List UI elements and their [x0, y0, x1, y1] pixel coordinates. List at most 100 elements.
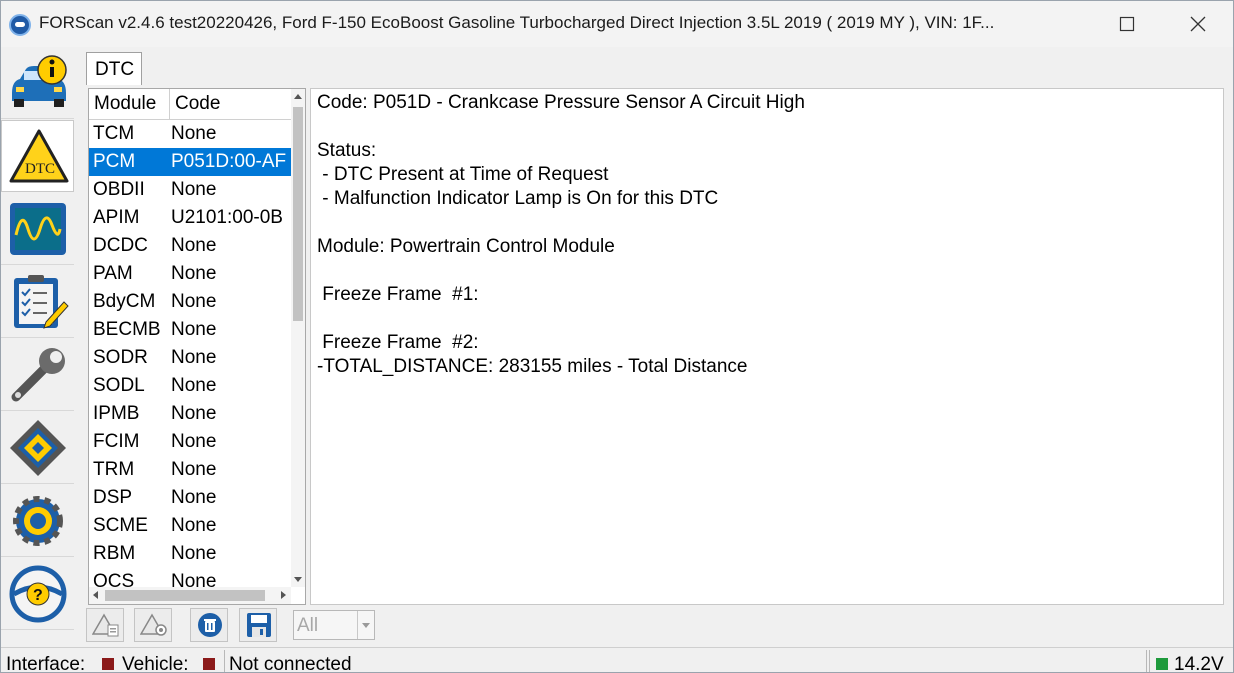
dtc-toolbar: All	[86, 608, 396, 642]
list-header: Module Code	[89, 89, 291, 120]
table-row[interactable]: SODR None	[89, 344, 291, 372]
vertical-scroll-thumb[interactable]	[293, 107, 303, 321]
dtc-module-list: Module Code TCM None PCM P051D:00-AF OBDII…	[88, 88, 306, 605]
trash-icon	[198, 613, 222, 637]
table-row[interactable]: SCME None	[89, 512, 291, 540]
close-button[interactable]	[1170, 1, 1226, 47]
status-bar: Interface: Vehicle: Not connected 14.2V	[1, 647, 1233, 673]
total-distance-line: -TOTAL_DISTANCE: 283155 miles - Total Di…	[317, 356, 748, 377]
table-row[interactable]: IPMB None	[89, 400, 291, 428]
code-cell: U2101:00-0B	[171, 207, 283, 228]
module-cell: SODL	[93, 375, 145, 396]
sidebar-item-oscilloscope[interactable]	[1, 193, 74, 265]
table-row[interactable]: RBM None	[89, 540, 291, 568]
table-row[interactable]: TRM None	[89, 456, 291, 484]
code-cell: None	[171, 431, 217, 452]
connection-indicators: Interface: Vehicle:	[1, 650, 225, 672]
filter-select[interactable]: All	[293, 610, 375, 640]
dtc-detail-panel[interactable]: Code: P051D - Crankcase Pressure Sensor …	[310, 88, 1224, 605]
wrench-icon	[11, 348, 65, 402]
table-row[interactable]: BdyCM None	[89, 288, 291, 316]
clear-dtc-button[interactable]	[134, 608, 172, 642]
voltage-status-led	[1156, 658, 1168, 670]
tab-dtc-label: DTC	[95, 59, 135, 80]
scroll-up-icon[interactable]	[294, 94, 302, 99]
filter-select-value: All	[297, 615, 319, 636]
tab-dtc[interactable]: DTC	[86, 52, 142, 85]
chip-icon	[10, 420, 66, 476]
help-icon: ?	[9, 565, 67, 623]
code-cell: None	[171, 515, 217, 536]
code-cell: None	[171, 263, 217, 284]
sidebar-item-settings[interactable]	[1, 485, 74, 557]
horizontal-scroll-thumb[interactable]	[105, 590, 265, 601]
code-cell: None	[171, 543, 217, 564]
code-cell: None	[171, 319, 217, 340]
maximize-button[interactable]	[1099, 1, 1155, 47]
sidebar-item-tests[interactable]	[1, 266, 74, 338]
sidebar-item-vehicle-info[interactable]	[1, 47, 74, 119]
module-cell: TCM	[93, 123, 135, 144]
dtc-rows: TCM None PCM P051D:00-AF OBDII None APIM U21…	[89, 120, 291, 596]
module-line: Module: Powertrain Control Module	[317, 236, 615, 257]
code-cell: None	[171, 291, 217, 312]
table-row[interactable]: FCIM None	[89, 428, 291, 456]
column-divider	[169, 89, 170, 119]
table-row[interactable]: OBDII None	[89, 176, 291, 204]
code-cell: P051D:00-AF	[171, 151, 287, 172]
scroll-down-icon[interactable]	[294, 577, 302, 582]
window-title: FORScan v2.4.6 test20220426, Ford F-150 …	[39, 13, 995, 32]
forscan-app-icon	[9, 14, 31, 36]
main-sidebar: DTC ?	[1, 47, 74, 647]
dtc-code-line: Code: P051D - Crankcase Pressure Sensor …	[317, 92, 805, 113]
table-row[interactable]: PAM None	[89, 260, 291, 288]
scroll-right-icon[interactable]	[281, 591, 286, 599]
column-header-code[interactable]: Code	[175, 93, 220, 115]
sidebar-item-help[interactable]: ?	[1, 558, 74, 630]
gear-icon	[13, 496, 63, 546]
module-cell: BdyCM	[93, 291, 156, 312]
code-cell: None	[171, 179, 217, 200]
module-cell: APIM	[93, 207, 140, 228]
table-row-selected[interactable]: PCM P051D:00-AF	[89, 148, 291, 176]
freeze-frame-1: Freeze Frame #1:	[317, 284, 479, 305]
module-cell: FCIM	[93, 431, 140, 452]
dtc-read-icon	[92, 613, 119, 637]
svg-text:DTC: DTC	[25, 161, 55, 177]
interface-status-led	[102, 658, 114, 670]
delete-button[interactable]	[190, 608, 228, 642]
table-row[interactable]: TCM None	[89, 120, 291, 148]
dtc-clear-icon	[140, 613, 167, 636]
scroll-left-icon[interactable]	[93, 591, 98, 599]
maximize-icon	[1119, 16, 1135, 32]
status-line-mil: - Malfunction Indicator Lamp is On for t…	[317, 188, 719, 209]
vertical-scrollbar[interactable]	[291, 89, 305, 587]
sidebar-item-configuration[interactable]	[1, 412, 74, 484]
module-cell: IPMB	[93, 403, 140, 424]
sidebar-item-service[interactable]	[1, 339, 74, 411]
module-cell: TRM	[93, 459, 135, 480]
save-button[interactable]	[239, 608, 277, 642]
module-cell: DCDC	[93, 235, 148, 256]
status-line-present: - DTC Present at Time of Request	[317, 164, 609, 185]
vehicle-status-led	[203, 658, 215, 670]
module-cell: SCME	[93, 515, 148, 536]
connection-status: Not connected	[229, 654, 352, 673]
module-cell: RBM	[93, 543, 136, 564]
svg-text:?: ?	[33, 587, 43, 604]
table-row[interactable]: BECMB None	[89, 316, 291, 344]
interface-label: Interface:	[6, 654, 86, 673]
horizontal-scrollbar[interactable]	[89, 587, 291, 604]
sidebar-item-dtc[interactable]: DTC	[1, 120, 74, 192]
table-row[interactable]: DSP None	[89, 484, 291, 512]
table-row[interactable]: SODL None	[89, 372, 291, 400]
read-dtc-button[interactable]	[86, 608, 124, 642]
table-row[interactable]: DCDC None	[89, 232, 291, 260]
column-header-module[interactable]: Module	[94, 93, 156, 115]
module-cell: BECMB	[93, 319, 161, 340]
table-row[interactable]: APIM U2101:00-0B	[89, 204, 291, 232]
chevron-down-icon[interactable]	[357, 611, 374, 639]
status-heading: Status:	[317, 140, 377, 161]
vehicle-label: Vehicle:	[122, 654, 189, 673]
close-icon	[1190, 16, 1206, 32]
